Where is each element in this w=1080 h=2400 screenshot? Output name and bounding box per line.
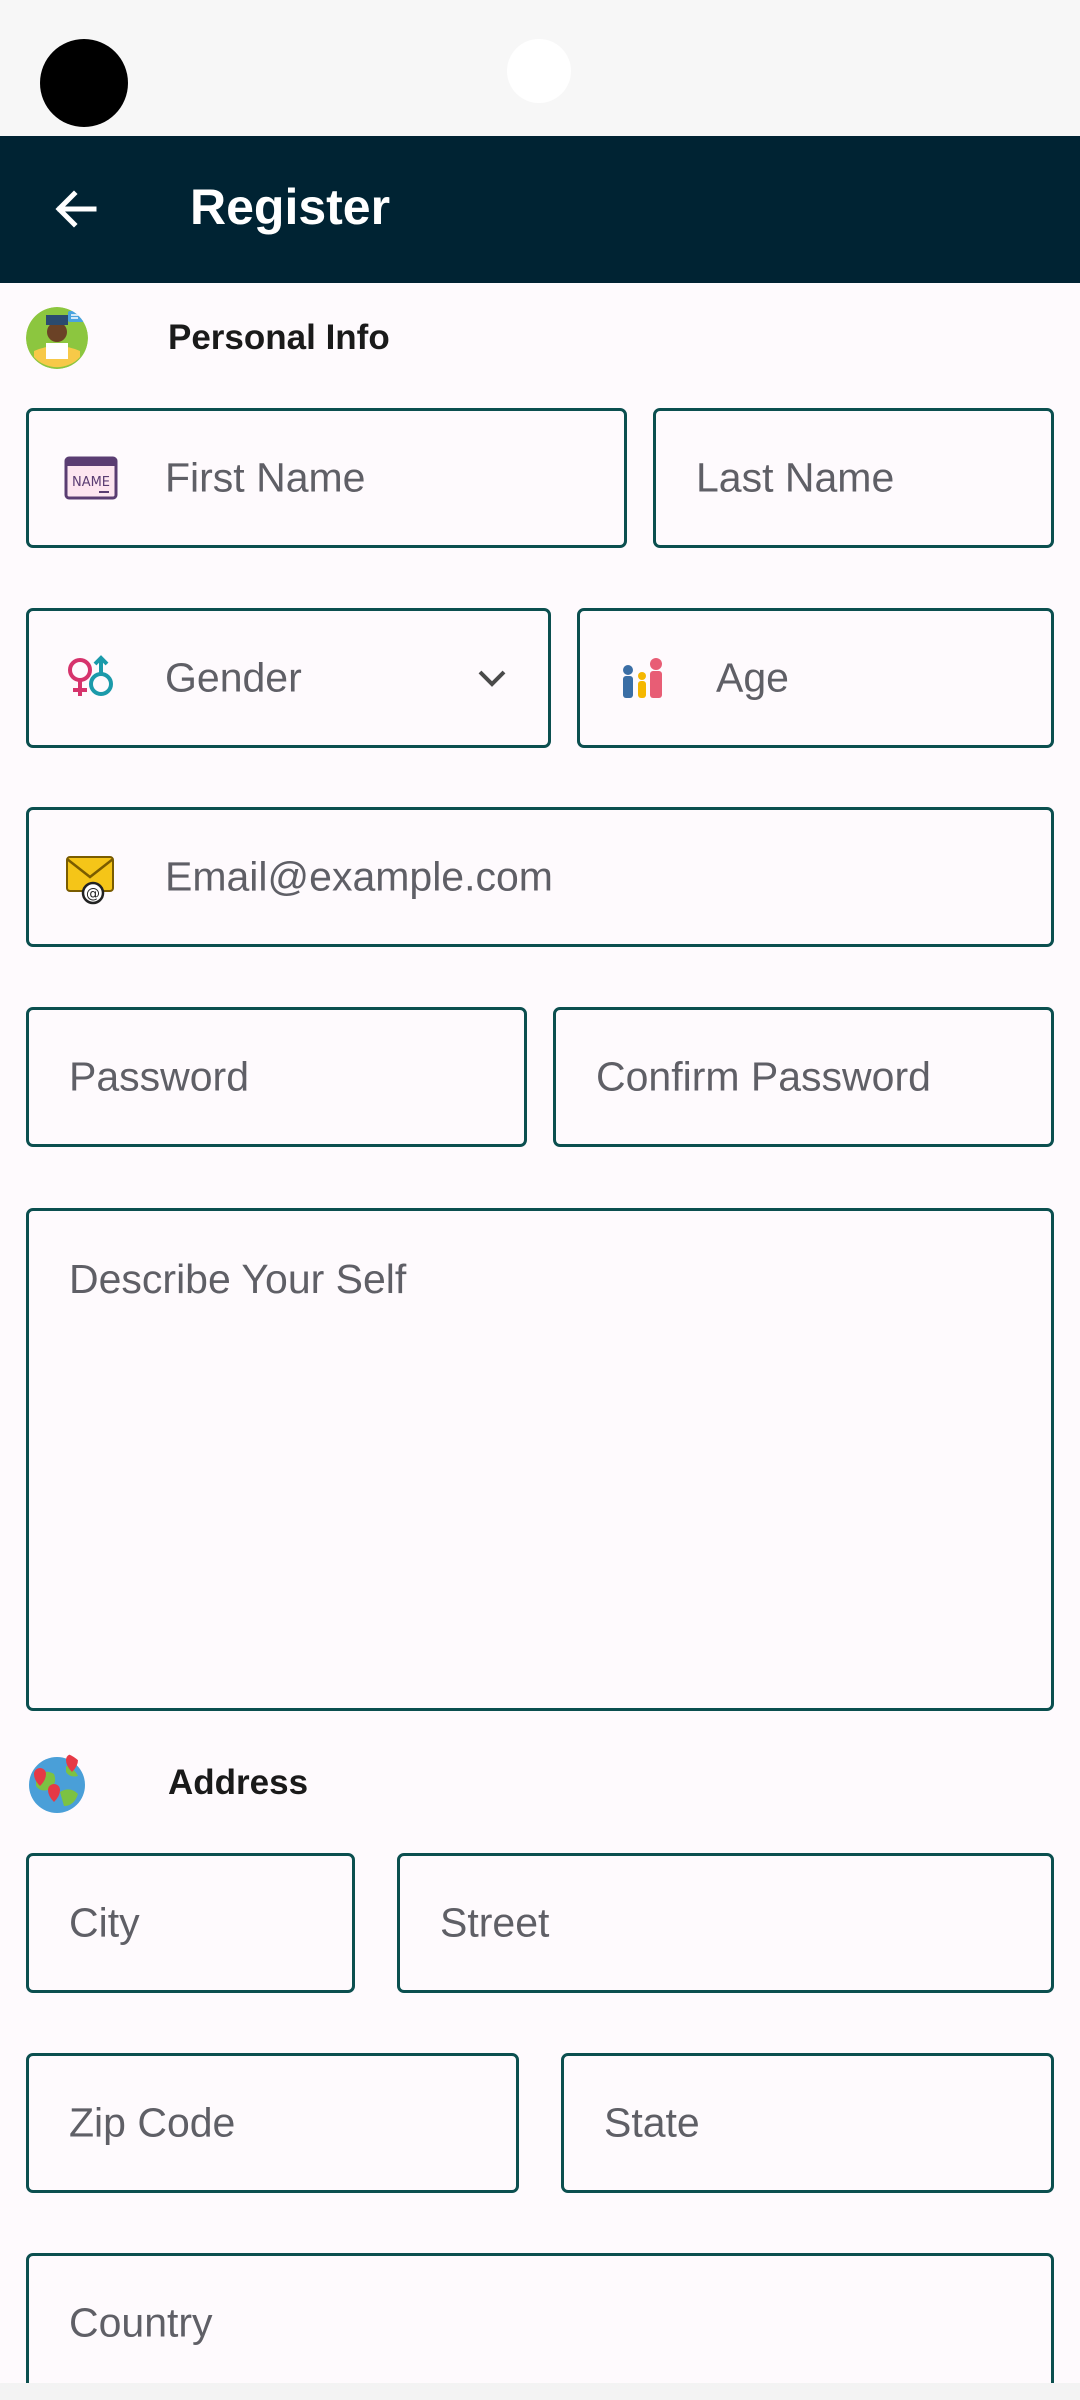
describe-textarea[interactable]: Describe Your Self — [26, 1208, 1054, 1711]
envelope-at-icon: @ — [66, 856, 114, 905]
password-placeholder: Password — [69, 1053, 250, 1100]
describe-placeholder: Describe Your Self — [69, 1256, 407, 1302]
svg-text:NAME: NAME — [72, 475, 110, 490]
arrow-left-icon — [55, 190, 97, 228]
page-title: Register — [190, 179, 391, 235]
age-placeholder: Age — [716, 654, 789, 701]
gender-symbols-icon — [68, 655, 113, 696]
street-field[interactable]: Street — [397, 1853, 1054, 1993]
register-form: Personal Info NAME First Name Last Name … — [0, 283, 1080, 2393]
address-title: Address — [168, 1763, 309, 1802]
email-placeholder: Email@example.com — [165, 853, 553, 900]
first-name-field[interactable]: NAME First Name — [26, 408, 627, 548]
last-name-field[interactable]: Last Name — [653, 408, 1054, 548]
street-placeholder: Street — [440, 1899, 550, 1946]
age-field[interactable]: Age — [577, 608, 1054, 748]
status-indicator — [507, 39, 571, 103]
email-field[interactable]: @ Email@example.com — [26, 807, 1054, 947]
back-button[interactable] — [38, 164, 114, 254]
family-icon — [623, 658, 662, 698]
zip-code-field[interactable]: Zip Code — [26, 2053, 519, 2193]
confirm-password-field[interactable]: Confirm Password — [553, 1007, 1054, 1147]
gender-placeholder: Gender — [165, 654, 302, 701]
zip-code-placeholder: Zip Code — [69, 2099, 236, 2146]
camera-cutout — [40, 39, 128, 127]
gender-dropdown[interactable]: Gender — [26, 608, 551, 748]
address-header: Address — [26, 1750, 308, 1816]
state-field[interactable]: State — [561, 2053, 1054, 2193]
name-tag-icon: NAME — [64, 456, 118, 500]
state-placeholder: State — [604, 2099, 700, 2146]
city-placeholder: City — [69, 1899, 140, 1946]
chevron-down-icon — [478, 670, 506, 687]
last-name-placeholder: Last Name — [696, 454, 895, 501]
city-field[interactable]: City — [26, 1853, 355, 1993]
status-bar — [0, 0, 1080, 136]
country-field[interactable]: Country — [26, 2253, 1054, 2393]
app-bar: Register — [0, 136, 1080, 283]
navigation-bar — [0, 2383, 1080, 2400]
personal-info-title: Personal Info — [168, 318, 390, 357]
confirm-password-placeholder: Confirm Password — [596, 1053, 931, 1100]
person-avatar-icon — [26, 307, 88, 369]
personal-info-header: Personal Info — [26, 305, 390, 371]
globe-pins-icon — [29, 1754, 85, 1813]
country-placeholder: Country — [69, 2299, 213, 2346]
svg-text:@: @ — [86, 886, 100, 902]
password-field[interactable]: Password — [26, 1007, 527, 1147]
first-name-placeholder: First Name — [165, 454, 366, 501]
